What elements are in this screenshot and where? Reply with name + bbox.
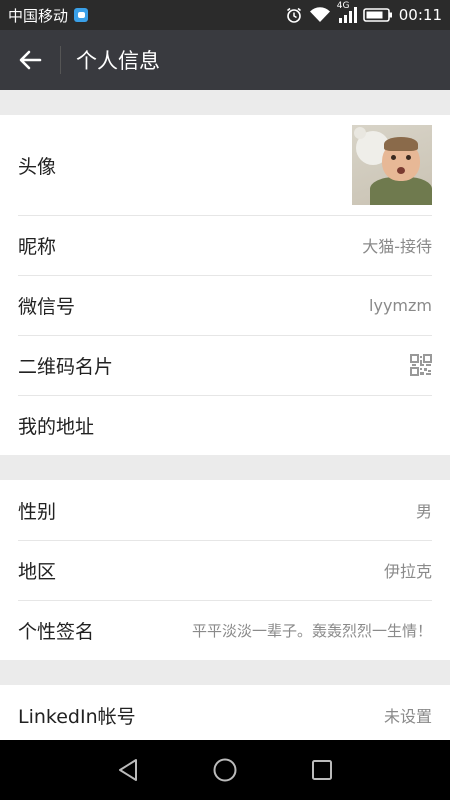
- row-wechat-id[interactable]: 微信号 lyymzm: [0, 275, 450, 335]
- nickname-value: 大猫-接待: [362, 237, 432, 256]
- row-avatar[interactable]: 头像: [0, 115, 450, 215]
- profile-group: 头像 昵称 大猫-接待 微信号 lyymzm 二维码名片 我的地址: [0, 115, 450, 455]
- wifi-icon: [309, 7, 330, 22]
- page-title: 个人信息: [76, 49, 160, 73]
- linkedin-group: LinkedIn帐号 未设置: [0, 685, 450, 740]
- row-signature[interactable]: 个性签名 平平淡淡一辈子。轰轰烈烈一生情！: [0, 600, 450, 660]
- row-label: 我的地址: [18, 415, 95, 438]
- wechat-id-value: lyymzm: [369, 295, 432, 315]
- row-label: 昵称: [18, 235, 57, 258]
- nav-recents-button[interactable]: [302, 750, 342, 790]
- row-region[interactable]: 地区 伊拉克: [0, 540, 450, 600]
- triangle-back-icon: [119, 759, 138, 781]
- message-notification-icon: [74, 8, 89, 22]
- status-bar: 中国移动 4G 00:11: [0, 0, 450, 30]
- row-my-address[interactable]: 我的地址: [0, 395, 450, 455]
- section-gap: [0, 660, 450, 685]
- section-gap: [0, 455, 450, 480]
- square-recents-icon: [311, 760, 332, 780]
- header-divider: [60, 46, 61, 74]
- row-label: 二维码名片: [18, 355, 114, 378]
- nav-home-button[interactable]: [205, 750, 245, 790]
- header: 个人信息: [0, 30, 450, 90]
- system-nav-bar: [0, 740, 450, 800]
- row-label: 地区: [18, 560, 57, 583]
- network-type-label: 4G: [336, 1, 350, 11]
- row-nickname[interactable]: 昵称 大猫-接待: [0, 215, 450, 275]
- details-group: 性别 男 地区 伊拉克 个性签名 平平淡淡一辈子。轰轰烈烈一生情！: [0, 480, 450, 660]
- carrier-label: 中国移动: [8, 6, 69, 25]
- avatar[interactable]: [352, 125, 432, 205]
- linkedin-value: 未设置: [383, 707, 432, 726]
- circle-home-icon: [213, 758, 237, 782]
- row-qr-card[interactable]: 二维码名片: [0, 335, 450, 395]
- signature-value: 平平淡淡一辈子。轰轰烈烈一生情！: [191, 621, 432, 640]
- nav-back-button[interactable]: [108, 750, 148, 790]
- settings-list: 头像 昵称 大猫-接待 微信号 lyymzm 二维码名片 我的地址 性别 男 地…: [0, 90, 450, 740]
- back-button[interactable]: [0, 30, 60, 90]
- alarm-icon: [286, 7, 301, 23]
- region-value: 伊拉克: [383, 562, 432, 581]
- battery-icon: [362, 8, 392, 22]
- section-gap: [0, 90, 450, 115]
- clock: 00:11: [398, 6, 442, 24]
- row-label: LinkedIn帐号: [18, 705, 136, 728]
- row-label: 个性签名: [18, 620, 95, 643]
- gender-value: 男: [415, 502, 432, 521]
- row-linkedin[interactable]: LinkedIn帐号 未设置: [0, 685, 450, 740]
- arrow-left-icon: [19, 50, 42, 70]
- row-label: 性别: [18, 500, 57, 523]
- row-label: 头像: [18, 155, 57, 178]
- qr-code-icon: [410, 354, 432, 376]
- row-gender[interactable]: 性别 男: [0, 480, 450, 540]
- row-label: 微信号: [18, 295, 76, 318]
